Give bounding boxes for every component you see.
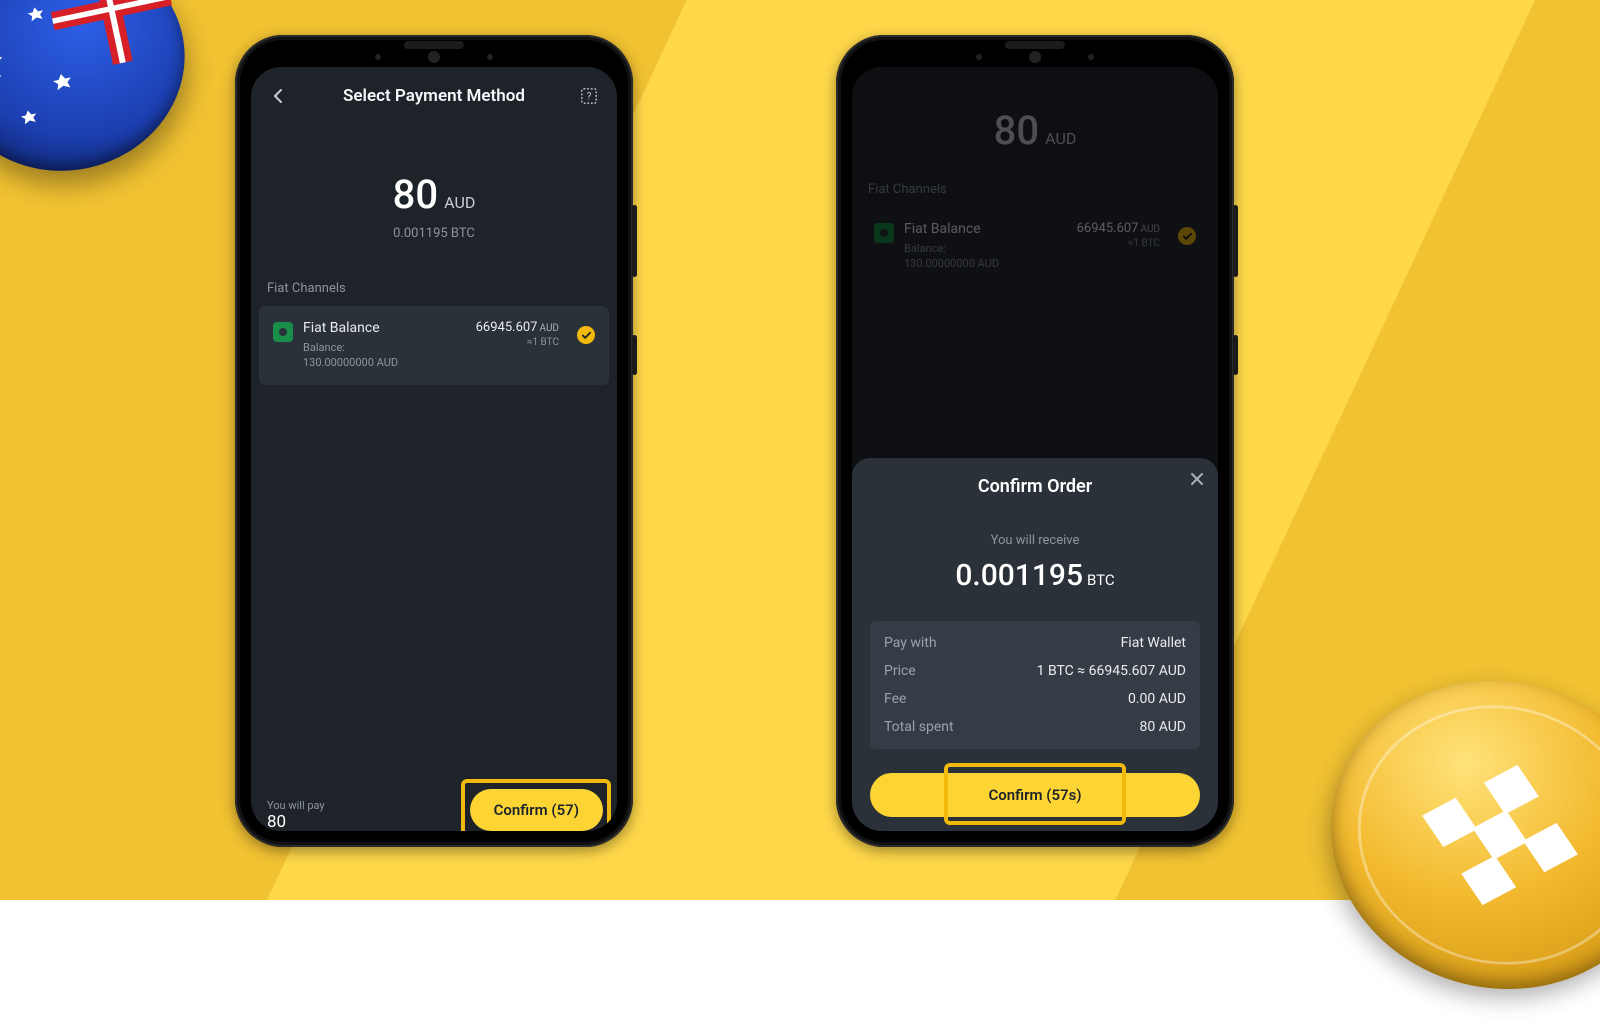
receive-value: 0.001195: [955, 558, 1083, 593]
confirm-order-sheet: Confirm Order You will receive 0.001195B…: [852, 458, 1218, 831]
confirm-button[interactable]: Confirm (57): [470, 789, 603, 831]
help-icon[interactable]: ?: [575, 82, 603, 110]
app-bar: Select Payment Method ?: [251, 67, 617, 125]
screen-left: Select Payment Method ? 80 AUD 0.001195 B…: [251, 67, 617, 831]
svg-text:?: ?: [587, 92, 592, 103]
receive-label: You will receive: [870, 533, 1200, 548]
you-will-pay-value: 80: [267, 814, 325, 831]
amount-value: 80: [393, 171, 438, 218]
phone-right: 80AUD Fiat Channels Fiat Balance Balance…: [836, 35, 1234, 847]
phone-left: Select Payment Method ? 80 AUD 0.001195 B…: [235, 35, 633, 847]
close-icon[interactable]: [1188, 470, 1206, 492]
selected-check-icon: [577, 326, 595, 344]
order-details: Pay withFiat Wallet Price1 BTC ≈ 66945.6…: [870, 621, 1200, 749]
sheet-title: Confirm Order: [870, 476, 1200, 497]
amount-crypto: 0.001195 BTC: [251, 226, 617, 241]
confirm-order-button[interactable]: Confirm (57s): [870, 773, 1200, 817]
amount-currency: AUD: [444, 193, 475, 212]
balance-label: Balance:: [303, 341, 345, 354]
cash-icon: [273, 322, 293, 342]
channel-per-unit: ≈1 BTC: [476, 337, 559, 348]
channel-price: 66945.607: [476, 320, 538, 335]
back-icon[interactable]: [265, 82, 293, 110]
footer-bar: You will pay 80 Confirm (57): [251, 779, 617, 831]
fiat-balance-option[interactable]: Fiat Balance Balance: 130.00000000 AUD 6…: [259, 306, 609, 385]
channel-name: Fiat Balance: [303, 320, 466, 336]
you-will-pay-label: You will pay: [267, 799, 325, 812]
screen-right: 80AUD Fiat Channels Fiat Balance Balance…: [852, 67, 1218, 831]
amount-display: 80 AUD 0.001195 BTC: [251, 171, 617, 241]
balance-value: 130.00000000 AUD: [303, 356, 398, 369]
page-title: Select Payment Method: [343, 86, 525, 106]
receive-unit: BTC: [1087, 571, 1115, 589]
channel-price-unit: AUD: [540, 323, 560, 334]
section-label: Fiat Channels: [251, 281, 617, 296]
